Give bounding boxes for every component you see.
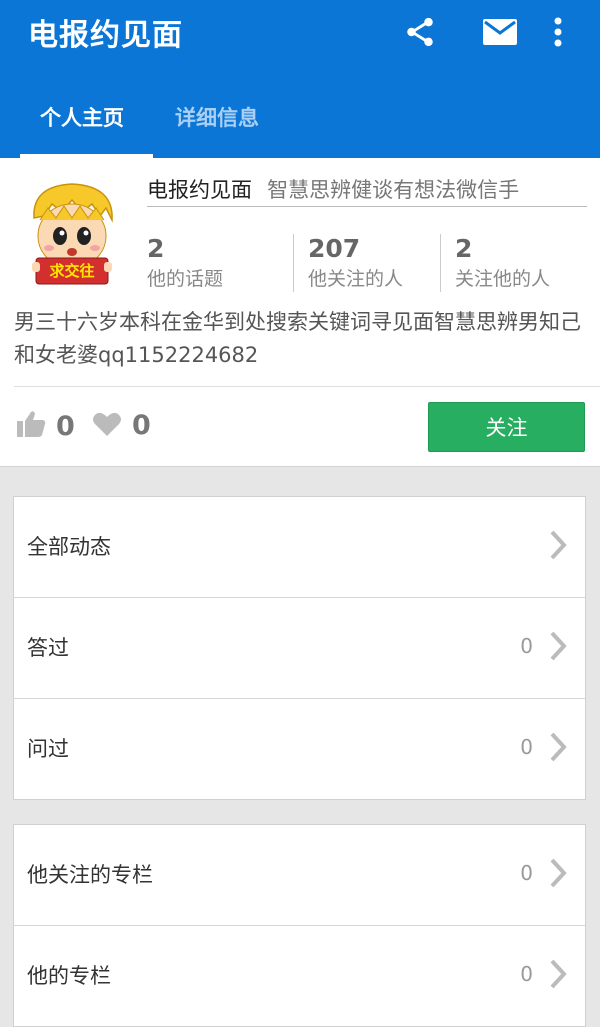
list-item-answered[interactable]: 答过 0 bbox=[14, 598, 585, 699]
list-item-asked[interactable]: 问过 0 bbox=[14, 699, 585, 799]
list-item-count: 0 bbox=[520, 735, 533, 759]
action-row: 0 0 关注 bbox=[0, 388, 600, 467]
avatar-badge-text: 求交往 bbox=[49, 262, 95, 280]
follow-button[interactable]: 关注 bbox=[428, 402, 585, 452]
profile-motto: 智慧思辨健谈有想法微信手 bbox=[267, 178, 520, 202]
name-row: 电报约见面 智慧思辨健谈有想法微信手 bbox=[147, 174, 587, 207]
avatar[interactable]: 求交往 bbox=[22, 178, 122, 290]
tab-profile[interactable]: 个人主页 bbox=[40, 102, 124, 132]
activity-list: 全部动态 答过 0 问过 0 bbox=[13, 496, 586, 800]
thumbs-up-icon bbox=[16, 410, 46, 442]
stat-following-label: 他关注的人 bbox=[308, 268, 404, 290]
list-item-all-activity[interactable]: 全部动态 bbox=[14, 497, 585, 598]
list-item-followed-columns[interactable]: 他关注的专栏 0 bbox=[14, 825, 585, 926]
stat-divider bbox=[293, 234, 294, 292]
list-item-my-columns[interactable]: 他的专栏 0 bbox=[14, 926, 585, 1026]
list-item-count: 0 bbox=[520, 634, 533, 658]
heart-icon bbox=[92, 411, 122, 441]
more-vert-icon[interactable] bbox=[546, 12, 570, 52]
list-item-label: 问过 bbox=[27, 737, 69, 761]
chevron-right-icon bbox=[549, 731, 567, 767]
divider bbox=[14, 386, 600, 387]
share-icon[interactable] bbox=[400, 12, 440, 52]
app-title: 电报约见面 bbox=[28, 18, 183, 53]
like-count: 0 bbox=[56, 410, 75, 442]
app-bar: 电报约见面 个人主页 详细信息 bbox=[0, 0, 600, 158]
stat-divider bbox=[440, 234, 441, 292]
list-item-label: 他的专栏 bbox=[27, 964, 111, 988]
columns-list: 他关注的专栏 0 他的专栏 0 bbox=[13, 824, 586, 1027]
mail-icon[interactable] bbox=[480, 12, 520, 52]
stat-topics-value: 2 bbox=[147, 234, 165, 263]
stat-topics[interactable]: 2 他的话题 bbox=[147, 234, 223, 294]
chevron-right-icon bbox=[549, 857, 567, 893]
profile-card: 求交往 电报约见面 智慧思辨健谈有想法微信手 2 他的话题 207 他关注的人 … bbox=[0, 158, 600, 388]
list-item-label: 答过 bbox=[27, 636, 69, 660]
list-item-label: 他关注的专栏 bbox=[27, 863, 153, 887]
profile-name: 电报约见面 bbox=[147, 178, 252, 202]
stat-following-value: 207 bbox=[308, 234, 361, 263]
stat-followers-label: 关注他的人 bbox=[455, 268, 551, 290]
stat-topics-label: 他的话题 bbox=[147, 268, 224, 290]
stat-followers-value: 2 bbox=[455, 234, 473, 263]
stat-following[interactable]: 207 他关注的人 bbox=[308, 234, 403, 294]
stat-followers[interactable]: 2 关注他的人 bbox=[455, 234, 550, 294]
like-action[interactable]: 0 bbox=[16, 410, 75, 442]
list-item-count: 0 bbox=[520, 861, 533, 885]
tab-details[interactable]: 详细信息 bbox=[175, 102, 259, 132]
list-item-label: 全部动态 bbox=[27, 535, 111, 559]
chevron-right-icon bbox=[549, 630, 567, 666]
chevron-right-icon bbox=[549, 958, 567, 994]
tab-bar: 个人主页 详细信息 bbox=[0, 88, 600, 158]
favorite-count: 0 bbox=[132, 410, 151, 441]
list-item-count: 0 bbox=[520, 962, 533, 986]
favorite-action[interactable]: 0 bbox=[92, 410, 151, 441]
chevron-right-icon bbox=[549, 529, 567, 565]
profile-bio: 男三十六岁本科在金华到处搜索关键词寻见面智慧思辨男知己和女老婆qq1152224… bbox=[14, 310, 581, 367]
